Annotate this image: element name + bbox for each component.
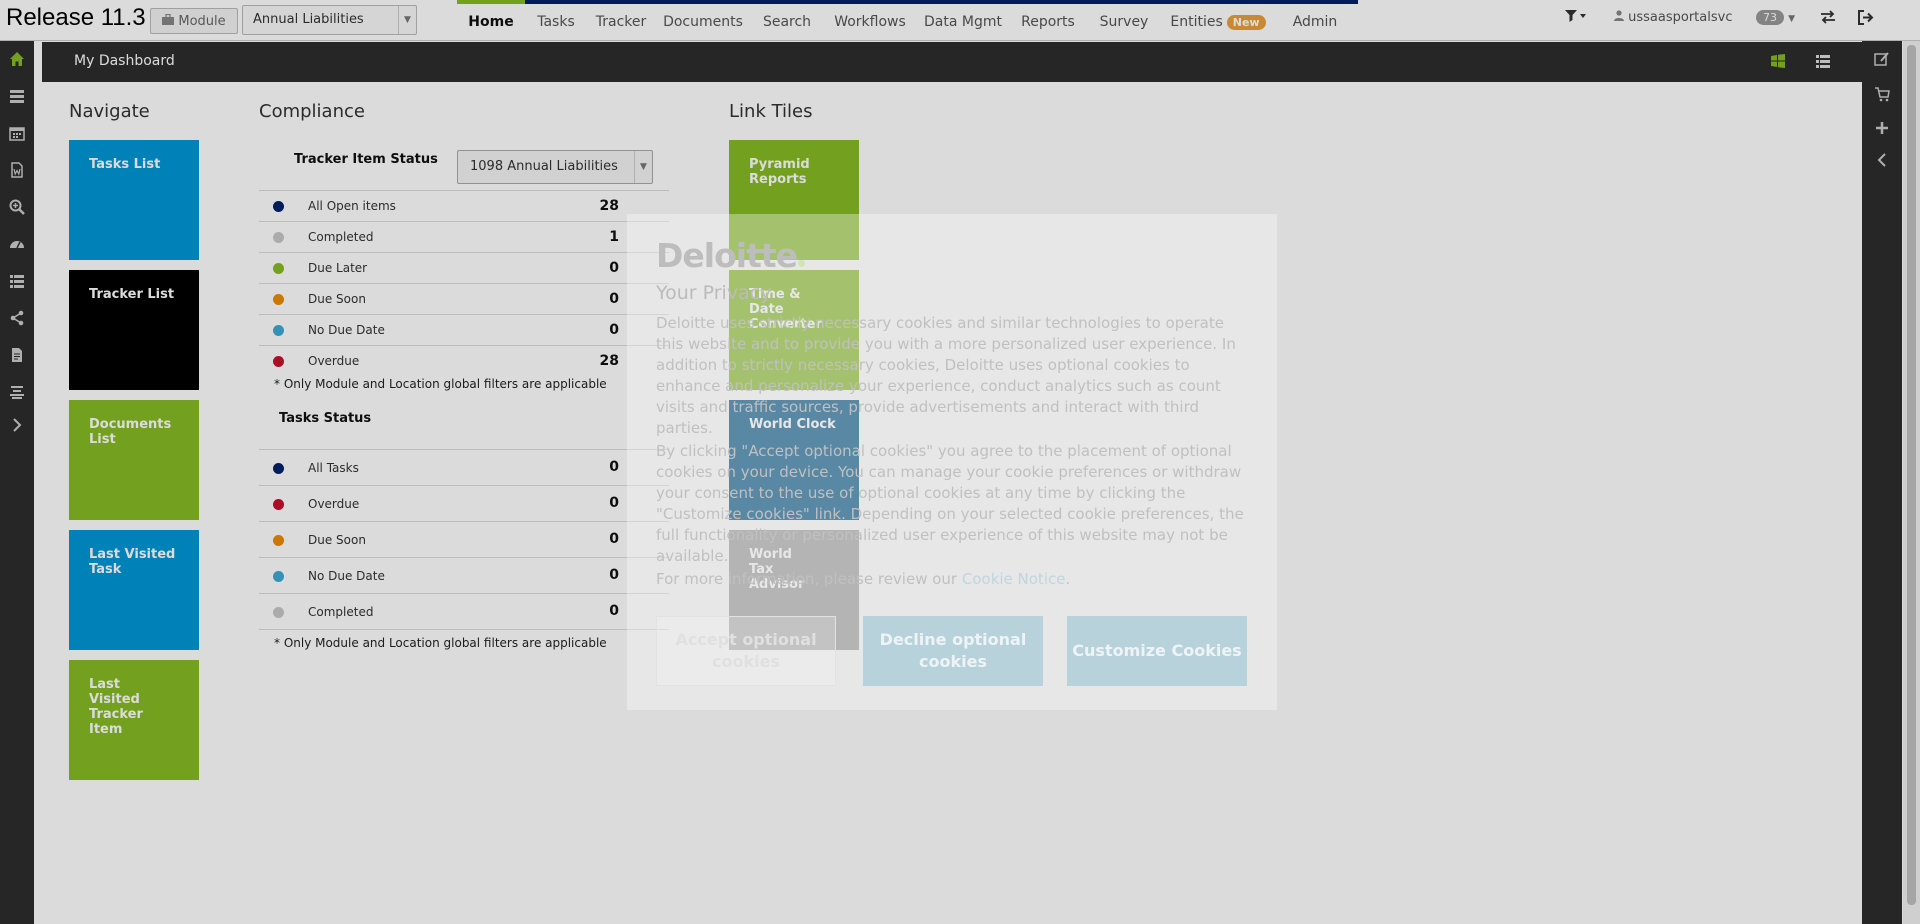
cookie-paragraph-3: For more information, please review our … — [656, 570, 1071, 588]
customize-cookies-button[interactable]: Customize Cookies — [1067, 616, 1247, 686]
cookie-notice-link[interactable]: Cookie Notice — [962, 570, 1066, 588]
cookie-consent-dialog: Deloitte Your Privacy Deloitte uses stri… — [627, 214, 1277, 710]
logo-dot — [798, 260, 805, 267]
cookie-heading: Your Privacy — [656, 282, 772, 304]
decline-optional-cookies-button[interactable]: Decline optional cookies — [863, 616, 1043, 686]
accept-optional-cookies-button[interactable]: Accept optional cookies — [656, 616, 836, 686]
deloitte-logo: Deloitte — [656, 236, 805, 275]
cookie-paragraph-2: By clicking "Accept optional cookies" yo… — [656, 442, 1244, 565]
cookie-paragraph-1: Deloitte uses strictly necessary cookies… — [656, 314, 1236, 437]
